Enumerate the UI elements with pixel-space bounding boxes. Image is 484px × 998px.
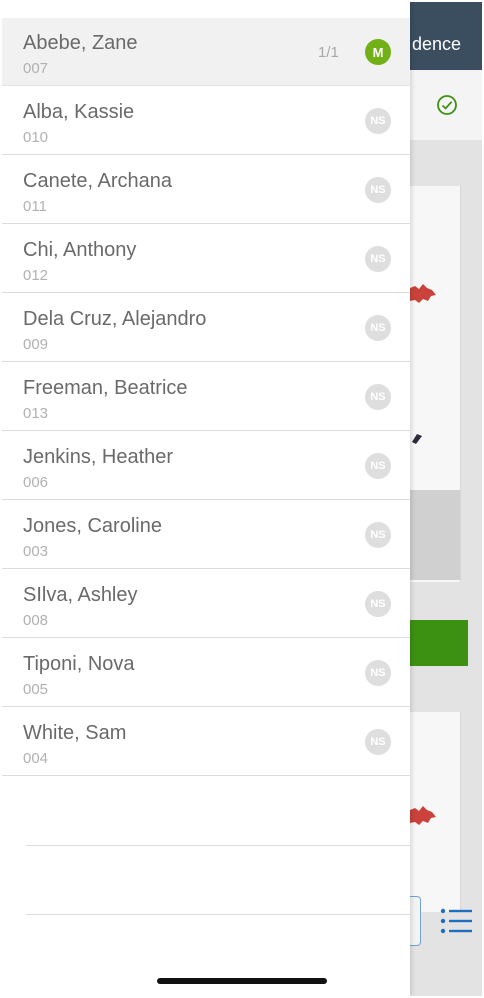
student-code: 009 — [23, 336, 49, 353]
student-code: 010 — [23, 129, 49, 146]
background-card-footer — [410, 490, 460, 580]
list-divider — [26, 914, 410, 915]
student-code: 003 — [23, 543, 49, 560]
student-name: Tiponi, Nova — [23, 653, 135, 675]
student-code: 012 — [23, 267, 49, 284]
status-badge: NS — [365, 246, 391, 272]
student-row[interactable]: SIlva, Ashley 008 NS — [2, 570, 410, 638]
status-badge: NS — [365, 660, 391, 686]
student-row[interactable]: Alba, Kassie 010 NS — [2, 87, 410, 155]
student-row[interactable]: Tiponi, Nova 005 NS — [2, 639, 410, 707]
student-code: 008 — [23, 612, 49, 629]
student-name: Canete, Archana — [23, 170, 172, 192]
student-name: Jenkins, Heather — [23, 446, 174, 468]
student-row[interactable]: Canete, Archana 011 NS — [2, 156, 410, 224]
student-name: Freeman, Beatrice — [23, 377, 188, 399]
status-badge: NS — [365, 315, 391, 341]
status-badge: NS — [365, 729, 391, 755]
check-circle-icon[interactable] — [436, 94, 458, 116]
list-divider — [26, 845, 410, 846]
student-code: 004 — [23, 750, 49, 767]
student-name: White, Sam — [23, 722, 127, 744]
student-row[interactable]: Abebe, Zane 007 1/1 M — [2, 18, 410, 86]
home-indicator — [157, 978, 327, 984]
status-badge: NS — [365, 453, 391, 479]
student-code: 006 — [23, 474, 49, 491]
status-badge: NS — [365, 108, 391, 134]
status-badge: NS — [365, 384, 391, 410]
map-thumbnail-icon — [410, 284, 436, 303]
background-green-button[interactable] — [410, 620, 468, 666]
student-name: Abebe, Zane — [23, 32, 138, 54]
student-row[interactable]: Jones, Caroline 003 NS — [2, 501, 410, 569]
background-input-box[interactable] — [410, 896, 421, 946]
student-name: Alba, Kassie — [23, 101, 135, 123]
student-name: Dela Cruz, Alejandro — [23, 308, 207, 330]
student-row[interactable]: Jenkins, Heather 006 NS — [2, 432, 410, 500]
student-code: 011 — [23, 198, 47, 215]
student-code: 007 — [23, 60, 49, 77]
student-code: 013 — [23, 405, 49, 422]
student-name: Chi, Anthony — [23, 239, 137, 261]
status-badge: NS — [365, 591, 391, 617]
app-frame: dence Abebe, Zane 007 1/1 M Alba, Kassie… — [2, 2, 482, 996]
student-name: Jones, Caroline — [23, 515, 162, 537]
student-code: 005 — [23, 681, 49, 698]
student-name: SIlva, Ashley — [23, 584, 138, 606]
status-badge: NS — [365, 177, 391, 203]
background-header-title: dence — [412, 34, 462, 54]
student-row[interactable]: Chi, Anthony 012 NS — [2, 225, 410, 293]
student-row[interactable]: Dela Cruz, Alejandro 009 NS — [2, 294, 410, 362]
status-badge: NS — [365, 522, 391, 548]
student-row[interactable]: White, Sam 004 NS — [2, 708, 410, 776]
response-count: 1/1 — [318, 44, 339, 61]
status-badge: M — [365, 39, 391, 65]
mark-icon — [412, 434, 422, 444]
student-drawer: Abebe, Zane 007 1/1 M Alba, Kassie 010 NS Canet… — [2, 2, 410, 996]
student-row[interactable]: Freeman, Beatrice 013 NS — [2, 363, 410, 431]
map-thumbnail-icon — [410, 806, 436, 825]
list-icon[interactable] — [440, 907, 472, 935]
